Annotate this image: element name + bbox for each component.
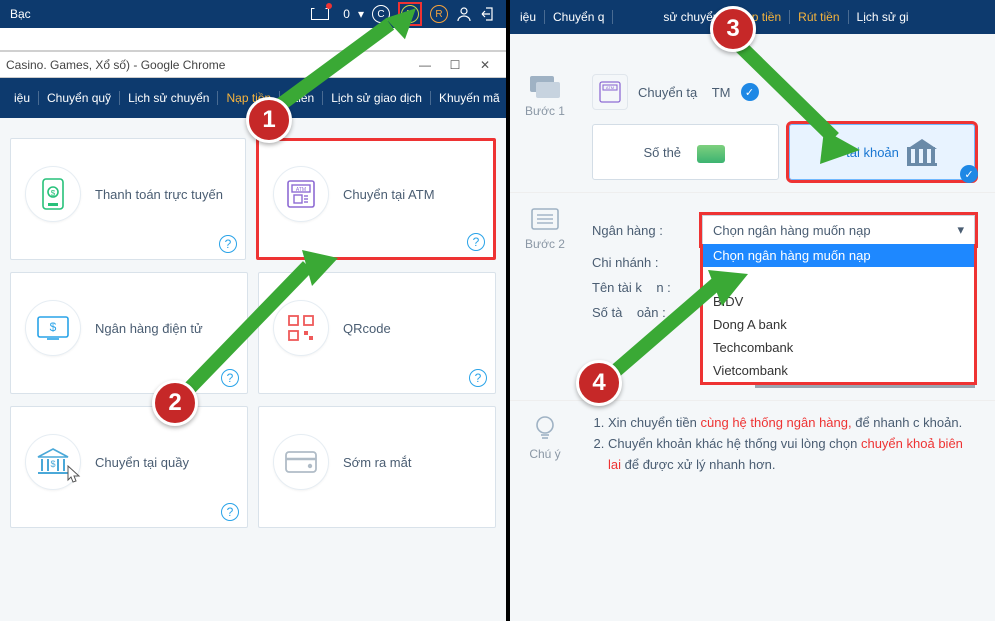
nav-item[interactable]: iệu: [6, 91, 38, 105]
note-label-block: Chú ý: [510, 413, 580, 475]
pay-online-icon: $: [25, 166, 81, 222]
chevron-down-icon: ▾: [957, 222, 964, 238]
nav-item[interactable]: Lịch sử chuyển: [119, 91, 217, 105]
lightbulb-icon: [530, 413, 560, 443]
pay-online-label: Thanh toán trực tuyến: [95, 187, 223, 202]
ebank-icon: $: [25, 300, 81, 356]
atm-transfer-label: Chuyển tại ATM: [343, 187, 435, 202]
atm-small-icon: ATM: [592, 74, 628, 110]
coming-soon-label: Sớm ra mắt: [343, 455, 411, 470]
card-placeholder-icon: [273, 434, 329, 490]
annotation-arrow-1: [270, 10, 430, 130]
nav-item[interactable]: iệu: [512, 10, 544, 24]
check-icon: ✓: [960, 165, 978, 183]
r-icon[interactable]: R: [430, 5, 448, 23]
nav-withdraw[interactable]: Rút tiền: [789, 10, 847, 24]
step2-label: Bước 2: [510, 237, 580, 251]
svg-text:$: $: [51, 189, 56, 198]
help-icon[interactable]: ?: [221, 503, 239, 521]
window-close-icon[interactable]: ✕: [470, 58, 500, 72]
note-item: Chuyển khoản khác hệ thống vui lòng chọn…: [608, 434, 975, 476]
annotation-arrow-3: [724, 38, 884, 168]
note-list: Xin chuyển tiền cùng hệ thống ngân hàng,…: [592, 413, 975, 475]
logout-icon[interactable]: [480, 6, 496, 22]
note-item: Xin chuyển tiền cùng hệ thống ngân hàng,…: [608, 413, 975, 434]
atm-icon: ATM: [273, 166, 329, 222]
atm-title-pre: Chuyển tạ: [638, 85, 697, 100]
card-number-label: Số thẻ: [643, 145, 681, 160]
bank-label: Ngân hàng :: [592, 223, 702, 238]
annotation-badge-1: 1: [246, 97, 292, 143]
annotation-badge-2: 2: [152, 380, 198, 426]
top-bar: Bạc 0 ▾ C N R: [0, 0, 506, 28]
nav-item[interactable]: Chuyển q: [544, 10, 612, 24]
annotation-arrow-4: [606, 262, 766, 392]
cursor-icon: [67, 465, 81, 488]
rank-badge: Bạc: [10, 7, 31, 21]
bank-select-value: Chọn ngân hàng muốn nạp: [713, 223, 871, 238]
chrome-title: Casino. Games, Xổ số) - Google Chrome: [6, 58, 225, 72]
step1-label: Bước 1: [510, 104, 580, 118]
help-icon[interactable]: ?: [467, 233, 485, 251]
annotation-badge-4: 4: [576, 360, 622, 406]
window-maximize-icon[interactable]: ☐: [440, 58, 470, 72]
cards-icon: [689, 139, 727, 165]
counter-transfer-label: Chuyển tại quầy: [95, 455, 189, 470]
annotation-badge-3: 3: [710, 6, 756, 52]
bank-select[interactable]: Chọn ngân hàng muốn nạp ▾ Chọn ngân hàng…: [702, 215, 975, 245]
counter-transfer-card[interactable]: $ Chuyển tại quầy ?: [10, 406, 248, 528]
nav-item[interactable]: Chuyển quỹ: [38, 91, 119, 105]
form-icon: [528, 205, 562, 233]
annotation-arrow-2: [178, 236, 358, 406]
user-icon[interactable]: [456, 6, 472, 22]
svg-text:$: $: [50, 459, 55, 469]
svg-text:ATM: ATM: [606, 85, 614, 90]
cards-icon: [528, 74, 562, 100]
chrome-titlebar: Casino. Games, Xổ số) - Google Chrome — …: [0, 52, 506, 78]
nav-item[interactable]: Khuyến mã: [430, 91, 506, 105]
note-label: Chú ý: [510, 447, 580, 461]
svg-text:ATM: ATM: [296, 187, 306, 193]
step1-label-block: Bước 1: [510, 74, 580, 180]
help-icon[interactable]: ?: [469, 369, 487, 387]
svg-text:$: $: [50, 320, 57, 334]
bank-building-icon: [907, 139, 937, 165]
step2-label-block: Bước 2: [510, 205, 580, 388]
coming-soon-card: Sớm ra mắt: [258, 406, 496, 528]
nav-history[interactable]: Lịch sử gi: [848, 10, 917, 24]
